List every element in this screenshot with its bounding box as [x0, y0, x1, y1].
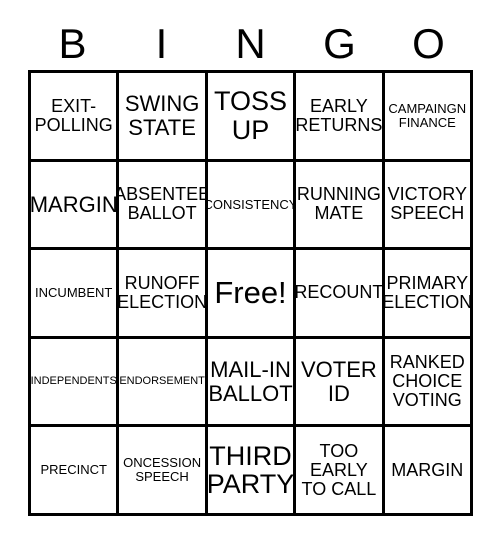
bingo-grid: EXIT- POLLING SWING STATE TOSS UP EARLY RET… — [28, 70, 473, 516]
bingo-cell[interactable]: MARGIN — [384, 427, 473, 516]
bingo-cell-label: EXIT- POLLING — [34, 95, 113, 135]
bingo-cell[interactable]: SWING STATE — [119, 73, 208, 162]
bingo-free-space[interactable]: Free! — [207, 250, 297, 339]
bingo-cell-label: SWING STATE — [124, 91, 200, 140]
bingo-cell[interactable]: TOO EARLY TO CALL — [296, 427, 385, 516]
bingo-cell[interactable]: EARLY RETURNS — [296, 73, 385, 162]
header-letter-g: G — [323, 20, 356, 67]
bingo-cell[interactable]: MAIL-IN BALLOT — [207, 338, 297, 428]
bingo-cell-label: MARGIN — [391, 459, 464, 480]
bingo-cell[interactable]: PRIMARY ELECTION — [384, 250, 473, 339]
bingo-cell[interactable]: VOTER ID — [296, 338, 385, 428]
bingo-cell-label: RUNOFF ELECTION — [119, 272, 208, 312]
bingo-cell[interactable]: RANKED CHOICE VOTING — [384, 338, 473, 428]
bingo-cell[interactable]: INCUMBENT — [31, 250, 120, 339]
bingo-cell[interactable]: TOSS UP — [207, 73, 297, 162]
bingo-cell-label: CAMPAINGN FINANCE — [388, 101, 467, 130]
header-letter-i: I — [155, 20, 168, 67]
bingo-cell-label: MARGIN — [31, 191, 118, 217]
bingo-cell[interactable]: RUNNING MATE — [296, 161, 385, 251]
bingo-cell-label: ONCESSION SPEECH — [123, 455, 202, 485]
bingo-cell-label: Free! — [214, 274, 287, 310]
bingo-cell[interactable]: VICTORY SPEECH — [384, 161, 473, 251]
bingo-cell[interactable]: EXIT- POLLING — [31, 73, 120, 162]
bingo-cell-label: PRECINCT — [40, 462, 107, 478]
bingo-cell-label: CONSISTENCY — [207, 196, 297, 212]
bingo-cell-label: EARLY RETURNS — [296, 95, 383, 135]
bingo-cell-label: THIRD PARTY — [207, 440, 295, 500]
bingo-cell[interactable]: CONSISTENCY — [207, 161, 297, 251]
header-letter-n: N — [235, 20, 266, 67]
bingo-cell[interactable]: INDEPENDENTS — [31, 338, 120, 428]
bingo-cell[interactable]: RUNOFF ELECTION — [119, 250, 208, 339]
bingo-cell-label: TOSS UP — [213, 86, 287, 145]
header-letter-o: O — [412, 20, 445, 67]
bingo-cell-label: RANKED CHOICE VOTING — [389, 351, 465, 411]
bingo-card: B I N G O EXIT- POLLING SWING STATE TOSS U… — [0, 0, 501, 544]
bingo-cell-label: INCUMBENT — [35, 285, 113, 301]
bingo-cell-label: RUNNING MATE — [296, 184, 381, 224]
bingo-cell-label: RECOUNT — [296, 282, 384, 303]
bingo-cell-label: MAIL-IN BALLOT — [208, 357, 293, 406]
bingo-cell[interactable]: CAMPAINGN FINANCE — [384, 73, 473, 162]
bingo-cell[interactable]: ONCESSION SPEECH — [119, 427, 208, 516]
bingo-cell-label: TOO EARLY TO CALL — [301, 440, 377, 499]
bingo-cell-label: ENDORSEMENT — [119, 374, 205, 387]
bingo-cell[interactable]: MARGIN — [31, 161, 120, 251]
bingo-cell-label: VOTER ID — [300, 357, 377, 406]
bingo-cell[interactable]: PRECINCT — [31, 427, 120, 516]
bingo-cell[interactable]: ENDORSEMENT — [119, 338, 208, 428]
bingo-cell[interactable]: ABSENTEE BALLOT — [119, 161, 208, 251]
bingo-header-row: B I N G O — [28, 18, 473, 70]
bingo-cell-label: PRIMARY ELECTION — [384, 272, 473, 312]
bingo-cell-label: INDEPENDENTS — [31, 374, 117, 387]
header-letter-b: B — [58, 20, 87, 67]
bingo-cell[interactable]: THIRD PARTY — [207, 427, 297, 516]
bingo-cell[interactable]: RECOUNT — [296, 250, 385, 339]
bingo-cell-label: ABSENTEE BALLOT — [119, 184, 208, 224]
bingo-cell-label: VICTORY SPEECH — [387, 184, 467, 224]
